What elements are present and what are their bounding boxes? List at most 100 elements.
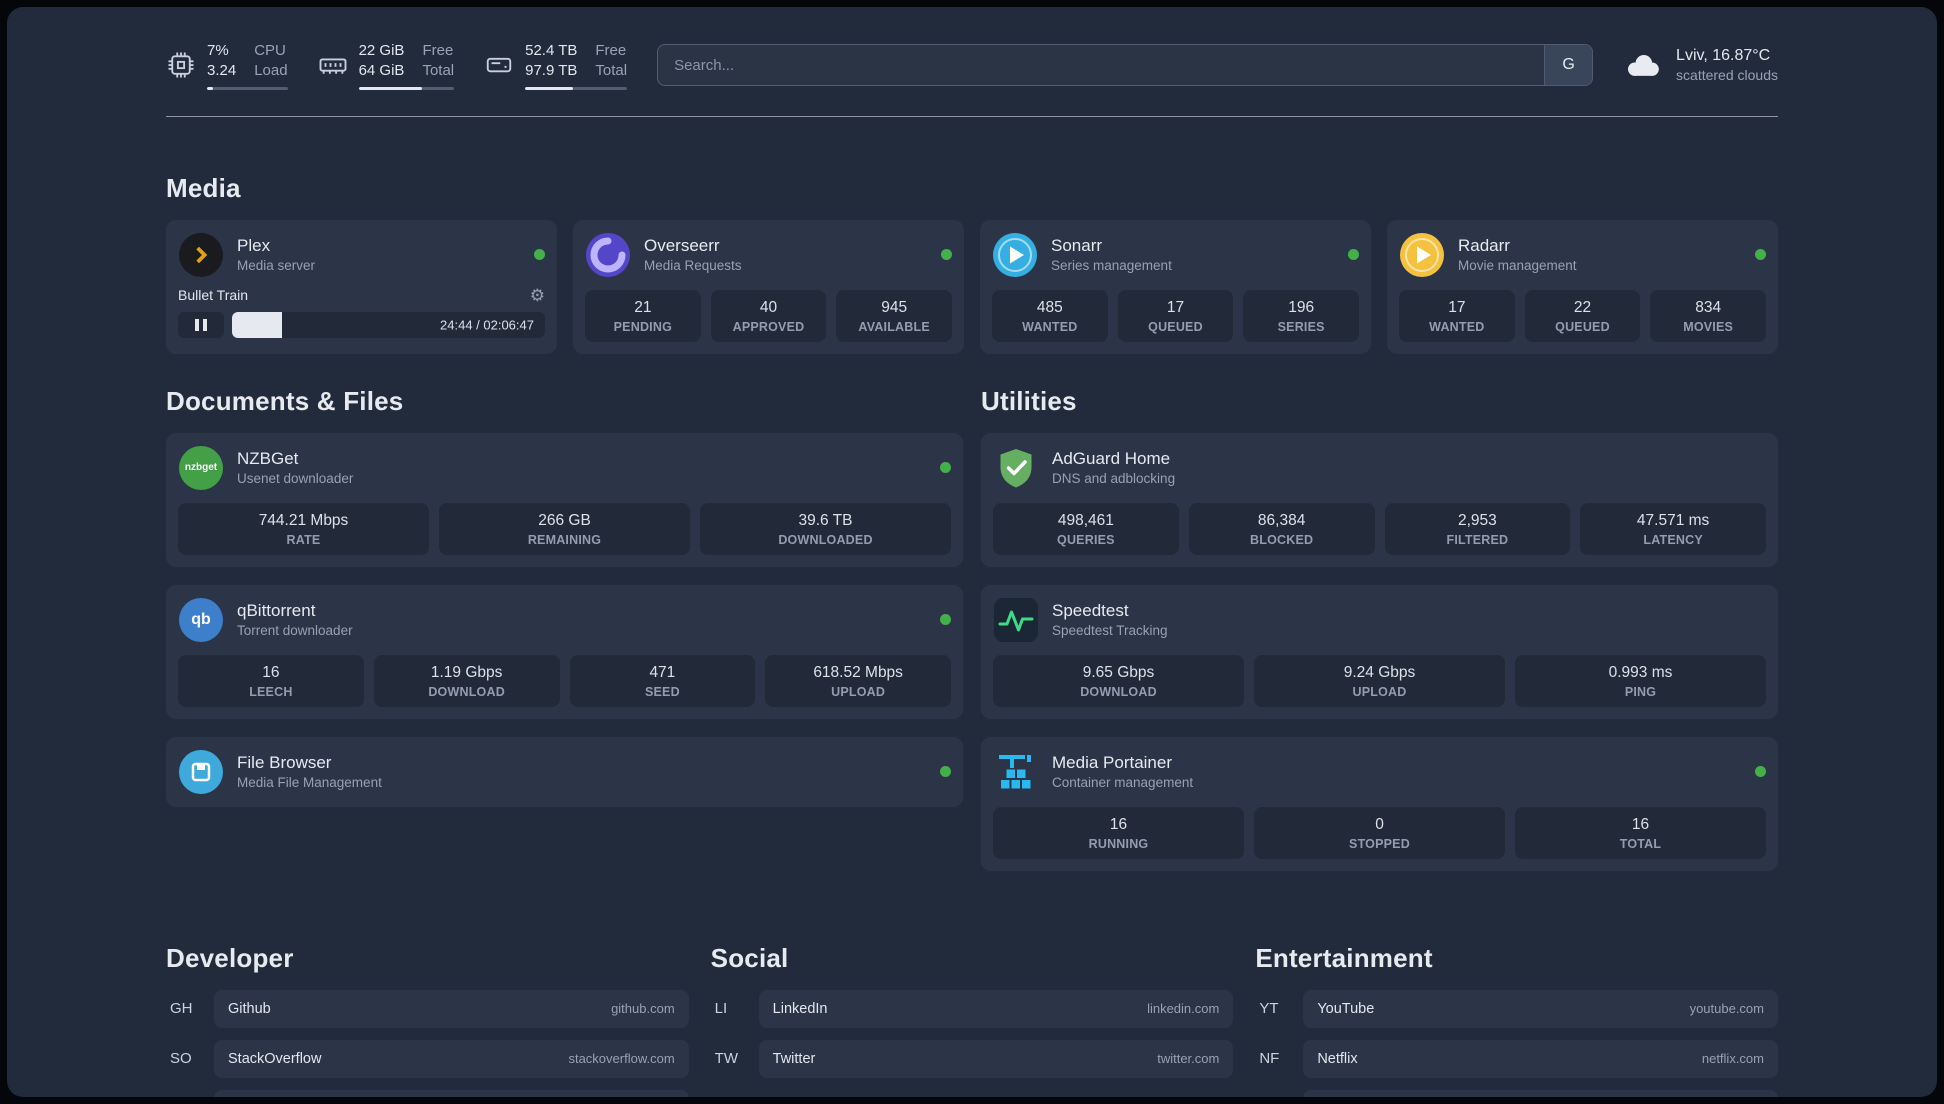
status-dot xyxy=(941,249,952,260)
bookmark-group-developer: Developer GH Github github.com SO StackO… xyxy=(166,943,689,1097)
service-description: Series management xyxy=(1051,258,1172,273)
service-card-qbittorrent[interactable]: qb qBittorrent Torrent downloader 16 LEE… xyxy=(166,584,963,719)
adguard-icon xyxy=(993,445,1039,491)
playback-progress-fill xyxy=(232,311,283,338)
nzbget-icon: nzbget xyxy=(178,445,224,491)
bookmark-abbr: LI xyxy=(714,1000,728,1017)
bookmark-youtube[interactable]: YouTube youtube.com xyxy=(1303,989,1778,1028)
bookmark-row: LI LinkedIn linkedin.com xyxy=(711,989,1234,1028)
service-card-plex[interactable]: Plex Media server Bullet Train ⚙ 24:44 /… xyxy=(166,219,557,354)
stat-blocked: 86,384 BLOCKED xyxy=(1188,502,1375,555)
bookmark-row: GH Github github.com xyxy=(166,989,689,1028)
weather-condition: scattered clouds xyxy=(1676,67,1778,84)
bookmark-abbr: TW xyxy=(714,1050,738,1067)
status-dot xyxy=(940,462,951,473)
disk-free-value: 52.4 TB xyxy=(525,42,578,59)
disk-free-label: Free xyxy=(595,42,627,59)
stat-remaining: 266 GB REMAINING xyxy=(439,502,690,555)
service-card-portainer[interactable]: Media Portainer Container management 16 … xyxy=(981,736,1778,871)
memory-widget: 22 GiB 64 GiB Free Total xyxy=(318,41,455,90)
service-card-sonarr[interactable]: Sonarr Series management 485 WANTED 17 Q… xyxy=(980,219,1371,354)
service-description: Speedtest Tracking xyxy=(1052,623,1168,638)
status-dot xyxy=(534,249,545,260)
stat-approved: 40 APPROVED xyxy=(710,289,827,342)
top-bar: 7% 3.24 CPU Load 22 GiB 64 GiB Free Tota… xyxy=(166,41,1778,90)
memory-total-label: Total xyxy=(422,62,455,80)
memory-usage-bar-fill xyxy=(358,86,422,90)
bookmark-linkedin[interactable]: LinkedIn linkedin.com xyxy=(758,989,1234,1028)
stat-movies: 834 MOVIES xyxy=(1650,289,1766,342)
section-title-documents: Documents & Files xyxy=(166,385,404,416)
bookmark-stackoverflow[interactable]: StackOverflow stackoverflow.com xyxy=(214,1039,689,1078)
service-description: Container management xyxy=(1052,775,1194,790)
bookmark-row: YT YouTube youtube.com xyxy=(1255,989,1778,1028)
service-name: Radarr xyxy=(1458,236,1510,255)
service-description: Media server xyxy=(237,258,316,273)
cpu-icon xyxy=(168,52,194,78)
service-name: Plex xyxy=(237,236,271,255)
service-description: Torrent downloader xyxy=(237,623,353,638)
stat-queued: 17 QUEUED xyxy=(1117,289,1234,342)
cpu-load-value: 3.24 xyxy=(207,62,237,80)
status-dot xyxy=(940,614,951,625)
bookmark-netflix[interactable]: Netflix netflix.com xyxy=(1303,1039,1778,1078)
stat-running: 16 RUNNING xyxy=(993,806,1244,859)
section-utilities: Utilities AdGuard Home DNS and adblockin… xyxy=(981,386,1778,871)
stat-upload: 618.52 Mbps UPLOAD xyxy=(765,654,951,707)
service-name: NZBGet xyxy=(237,449,299,468)
cpu-usage-bar-fill xyxy=(207,86,214,90)
service-card-nzbget[interactable]: nzbget NZBGet Usenet downloader 744.21 M… xyxy=(166,432,963,567)
status-dot xyxy=(1348,249,1359,260)
service-name: AdGuard Home xyxy=(1052,449,1171,468)
overseerr-icon xyxy=(585,232,631,278)
disk-icon xyxy=(486,58,512,73)
bookmark-row: DT DEV dev.to xyxy=(166,1089,689,1097)
bookmark-twitter[interactable]: Twitter twitter.com xyxy=(758,1039,1234,1078)
bookmark-abbr: NF xyxy=(1259,1050,1280,1067)
bookmark-group-title: Social xyxy=(710,942,789,973)
bookmark-group-social: Social LI LinkedIn linkedin.com TW Twitt… xyxy=(711,943,1234,1098)
search-provider-button[interactable]: G xyxy=(1544,45,1593,86)
cpu-usage-bar xyxy=(207,86,288,90)
bookmark-abbr: YT xyxy=(1259,1000,1279,1017)
stat-latency: 47.571 ms LATENCY xyxy=(1580,502,1766,555)
section-media: Media Plex Media server Bullet Train ⚙ 2… xyxy=(166,173,1778,354)
search-input[interactable] xyxy=(658,45,1545,86)
service-card-filebrowser[interactable]: File Browser Media File Management xyxy=(166,736,963,807)
bookmark-row: SO StackOverflow stackoverflow.com xyxy=(166,1039,689,1078)
stat-queued: 22 QUEUED xyxy=(1524,289,1641,342)
service-card-speedtest[interactable]: Speedtest Speedtest Tracking 9.65 Gbps D… xyxy=(981,584,1778,719)
cpu-load-label: Load xyxy=(254,62,288,80)
playback-progress-bar[interactable]: 24:44 / 02:06:47 xyxy=(232,311,545,338)
service-name: Overseerr xyxy=(644,236,720,255)
service-description: Movie management xyxy=(1458,258,1577,273)
bookmark-dev[interactable]: DEV dev.to xyxy=(214,1089,689,1097)
sonarr-icon xyxy=(992,232,1038,278)
disk-usage-bar xyxy=(525,86,628,90)
pause-button[interactable] xyxy=(178,311,224,338)
stat-queries: 498,461 QUERIES xyxy=(993,502,1179,555)
stat-download: 1.19 Gbps DOWNLOAD xyxy=(373,654,560,707)
service-name: Speedtest xyxy=(1052,601,1129,620)
bookmark-github[interactable]: Github github.com xyxy=(214,989,689,1028)
service-card-overseerr[interactable]: Overseerr Media Requests 21 PENDING 40 A… xyxy=(573,219,964,354)
gear-icon[interactable]: ⚙ xyxy=(530,287,545,304)
service-name: File Browser xyxy=(237,753,332,772)
stat-series: 196 SERIES xyxy=(1243,289,1359,342)
memory-usage-bar xyxy=(358,86,455,90)
bookmark-reddit[interactable]: Reddit reddit.com xyxy=(1303,1089,1778,1097)
stat-downloaded: 39.6 TB DOWNLOADED xyxy=(700,502,951,555)
service-card-radarr[interactable]: Radarr Movie management 17 WANTED 22 QUE… xyxy=(1387,219,1778,354)
service-description: Usenet downloader xyxy=(237,471,354,486)
stat-wanted: 485 WANTED xyxy=(992,289,1108,342)
section-title-media: Media xyxy=(166,172,241,203)
radarr-icon xyxy=(1399,232,1445,278)
bookmark-row: TW Twitter twitter.com xyxy=(711,1039,1234,1078)
disk-usage-bar-fill xyxy=(525,86,574,90)
playback-time: 24:44 / 02:06:47 xyxy=(440,317,534,332)
memory-total-value: 64 GiB xyxy=(358,62,405,80)
service-card-adguard[interactable]: AdGuard Home DNS and adblocking 498,461 … xyxy=(981,432,1778,567)
weather-location: Lviv, 16.87°C xyxy=(1676,47,1771,65)
disk-total-label: Total xyxy=(595,62,628,80)
plex-icon xyxy=(178,232,224,278)
